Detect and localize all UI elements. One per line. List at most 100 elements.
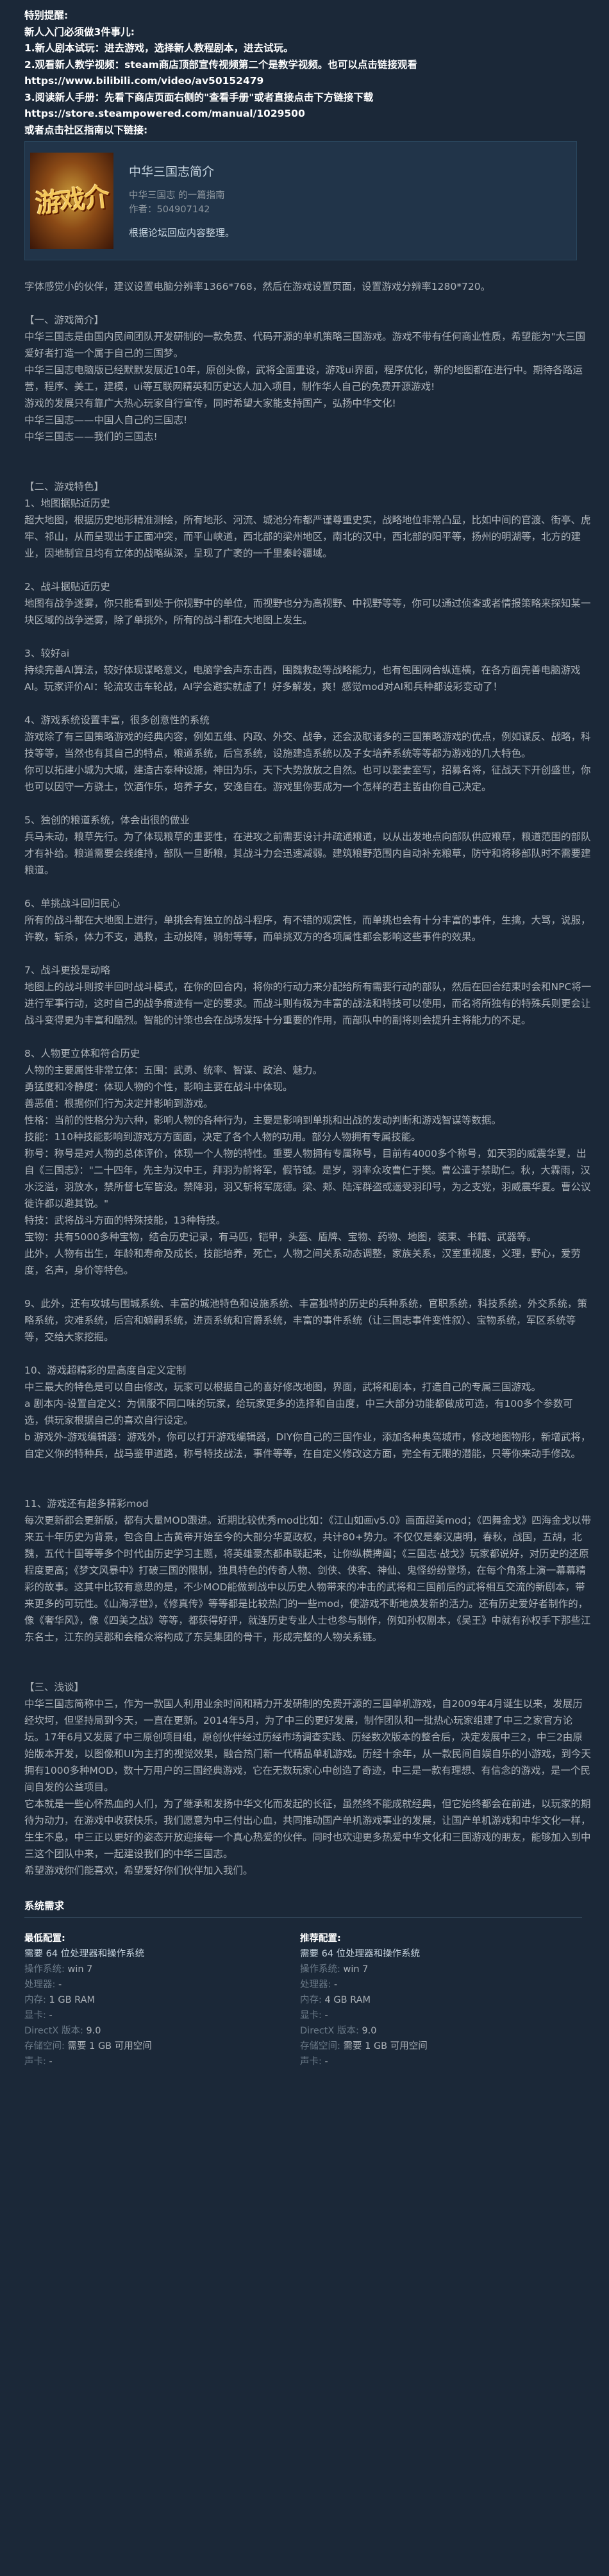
requirement-row: 显卡: -	[24, 2008, 300, 2023]
requirement-row: 需要 64 位处理器和操作系统	[300, 1946, 576, 1962]
description-paragraph: 中华三国志简称中三，作为一款国人利用业余时间和精力开发研制的免费开源的三国单机游…	[24, 1698, 591, 1793]
description-paragraph: 字体感觉小的伙伴，建议设置电脑分辨率1366*768，然后在游戏设置页面，设置游…	[24, 281, 491, 292]
guide-author: 作者：504907142	[129, 205, 210, 215]
requirement-value: -	[49, 2010, 53, 2021]
manual-link[interactable]: https://store.steampowered.com/manual/10…	[24, 106, 592, 122]
description-paragraph: 5、独创的粮道系统，体会出很的做业	[24, 814, 190, 826]
requirement-label: 声卡:	[24, 2057, 46, 2067]
requirement-label: 处理器:	[300, 1980, 331, 1990]
description-paragraph: 7、战斗更投是动略	[24, 964, 110, 976]
description-paragraph: 它本就是一些心怀热血的人们，为了继承和发扬中华文化而发起的长征，虽然终不能成就经…	[24, 1798, 591, 1860]
requirement-row: 内存: 4 GB RAM	[300, 1992, 576, 2008]
notice-line: 或者点击社区指南以下链接:	[24, 124, 148, 136]
description-paragraph: 中华三国志是由国内民间团队开发研制的一款免费、代码开源的单机策略三国游戏。游戏不…	[24, 331, 586, 359]
description-paragraph: b 游戏外-游戏编辑器：游戏外，你可以打开游戏编辑器，DIY你自己的三国作业，添…	[24, 1431, 591, 1460]
requirement-row: 操作系统: win 7	[300, 1962, 576, 1977]
requirement-label: 内存:	[24, 1995, 46, 2005]
minimum-requirements: 最低配置: 需要 64 位处理器和操作系统 操作系统: win 7 处理器: - 内存…	[24, 1931, 300, 2069]
guide-subtitle: 中华三国志 的一篇指南	[129, 190, 225, 201]
description-paragraph: 【三、浅谈】	[24, 1681, 85, 1693]
requirement-row: DirectX 版本: 9.0	[300, 2023, 576, 2039]
notice-line: 新人入门必须做3件事儿:	[24, 26, 135, 38]
requirement-label: 显卡:	[24, 2010, 46, 2021]
requirement-value: win 7	[67, 1964, 93, 1974]
guide-title[interactable]: 中华三国志简介	[129, 162, 235, 180]
requirement-value: 需要 1 GB 可用空间	[67, 2041, 152, 2051]
requirement-label: 处理器:	[24, 1980, 56, 1990]
requirement-label: 内存:	[300, 1995, 322, 2005]
requirement-row: 显卡: -	[300, 2008, 576, 2023]
description-paragraph: 3、较好ai	[24, 648, 70, 659]
store-description-page: 特别提醒: 新人入门必须做3件事儿: 1.新人剧本试玩：进去游戏，选择新人教程剧…	[0, 0, 609, 2069]
description-paragraph: 超大地图，根据历史地形精准测绘，所有地形、河流、城池分布都严谨尊重史实，战略地位…	[24, 514, 591, 559]
description-paragraph: a 剧本内-设置自定义：为佩服不同口味的玩家，给玩家更多的选择和自由度，中三大部…	[24, 1398, 573, 1426]
community-guide-card[interactable]: 游戏介 中华三国志简介 中华三国志 的一篇指南 作者：504907142 根据论…	[24, 141, 577, 260]
description-paragraph: 游戏除了有三国策略游戏的经典内容，例如五维、内政、外交、战争，还会汲取诸多的三国…	[24, 731, 591, 759]
requirement-value: win 7	[343, 1964, 369, 1974]
description-paragraph: 游戏的发展只有靠广大热心玩家自行宣传，同时希望大家能支持国产，弘扬中华文化!	[24, 398, 396, 409]
description-paragraph: 10、游戏超精彩的是高度自定义定制	[24, 1365, 187, 1376]
description-paragraph: 你可以拓建小城为大城，建造古泰种设施，神田为乐，天下大势放放之自然。也可以娶妻室…	[24, 764, 591, 793]
requirement-label: 操作系统:	[300, 1964, 340, 1974]
requirement-label: DirectX 版本:	[300, 2026, 359, 2036]
bilibili-link[interactable]: https://www.bilibili.com/video/av5015247…	[24, 73, 592, 90]
recommended-requirements-heading: 推荐配置:	[300, 1933, 341, 1944]
notice-line: 1.新人剧本试玩：进去游戏，选择新人教程剧本，进去试玩。	[24, 42, 294, 54]
requirement-row: 声卡: -	[24, 2054, 300, 2069]
requirement-value: -	[49, 2057, 53, 2067]
requirement-value: 需要 64 位处理器和操作系统	[300, 1949, 421, 1959]
requirement-label: DirectX 版本:	[24, 2026, 83, 2036]
special-notice: 特别提醒: 新人入门必须做3件事儿: 1.新人剧本试玩：进去游戏，选择新人教程剧…	[24, 8, 592, 139]
notice-line: 特别提醒:	[24, 10, 69, 21]
description-paragraph: 中三最大的特色是可以自由修改，玩家可以根据自己的喜好修改地图，界面，武将和剧本，…	[24, 1381, 542, 1393]
guide-description: 根据论坛回应内容整理。	[129, 227, 235, 239]
description-paragraph: 每次更新都会更新版，都有大量MOD跟进。近期比较优秀mod比如：《江山如画v5.…	[24, 1515, 592, 1643]
system-requirements-title: 系统需求	[24, 1898, 582, 1918]
requirement-row: 处理器: -	[300, 1977, 576, 1992]
description-paragraph: 性格：当前的性格分为六种，影响人物的各种行为，主要是影响到单挑和出战的发动判断和…	[24, 1115, 502, 1126]
requirement-row: 声卡: -	[300, 2054, 576, 2069]
description-paragraph: 11、游戏还有超多精彩mod	[24, 1498, 149, 1510]
description-paragraph: 1、地图据贴近历史	[24, 498, 110, 509]
minimum-requirements-heading: 最低配置:	[24, 1933, 65, 1944]
description-paragraph: 9、此外，还有攻城与围城系统、丰富的城池特色和设施系统、丰富独特的历史的兵种系统…	[24, 1298, 587, 1343]
guide-thumbnail-logo: 游戏介	[34, 181, 110, 219]
description-paragraph: 此外，人物有出生，年龄和寿命及成长，技能培养，死亡，人物之间关系动态调整，家族关…	[24, 1248, 581, 1276]
requirement-row: 存储空间: 需要 1 GB 可用空间	[24, 2039, 300, 2054]
requirement-row: DirectX 版本: 9.0	[24, 2023, 300, 2039]
requirement-row: 内存: 1 GB RAM	[24, 1992, 300, 2008]
description-paragraph: 6、单挑战斗回归民心	[24, 898, 121, 909]
requirement-value: 4 GB RAM	[324, 1995, 371, 2005]
description-paragraph: 地图上的战斗则按半回时战斗模式，在你的回合内，将你的行动力来分配给所有需要行动的…	[24, 981, 592, 1026]
requirement-label: 存储空间:	[24, 2041, 65, 2051]
description-paragraph: 人物的主要属性非常立体：五围：武勇、统率、智谋、政治、魅力。	[24, 1065, 323, 1076]
notice-line: 3.阅读新人手册：先看下商店页面右侧的"查看手册"或者直接点击下方链接下载	[24, 91, 374, 103]
description-paragraph: 勇猛度和冷静度：体现人物的个性，影响主要在战斗中体现。	[24, 1081, 293, 1093]
requirement-row: 操作系统: win 7	[24, 1962, 300, 1977]
description-paragraph: 【一、游戏简介】	[24, 314, 104, 326]
description-paragraph: 2、战斗据贴近历史	[24, 581, 110, 593]
requirement-value: 9.0	[86, 2026, 101, 2036]
description-paragraph: 中华三国志电脑版已经默默发展近10年，原创头像，武将全面重设，游戏ui界面，程序…	[24, 364, 583, 392]
recommended-requirements: 推荐配置: 需要 64 位处理器和操作系统 操作系统: win 7 处理器: - 内存…	[300, 1931, 576, 2069]
description-paragraph: 特技：武将战斗方面的特殊技能，13种特技。	[24, 1215, 226, 1226]
description-paragraph: 技能：110种技能影响到游戏方方面面，决定了各个人物的功用。部分人物拥有专属技能…	[24, 1131, 421, 1143]
requirement-label: 操作系统:	[24, 1964, 65, 1974]
requirement-label: 存储空间:	[300, 2041, 340, 2051]
game-description: 字体感觉小的伙伴，建议设置电脑分辨率1366*768，然后在游戏设置页面，设置游…	[24, 278, 592, 1879]
requirement-label: 显卡:	[300, 2010, 322, 2021]
